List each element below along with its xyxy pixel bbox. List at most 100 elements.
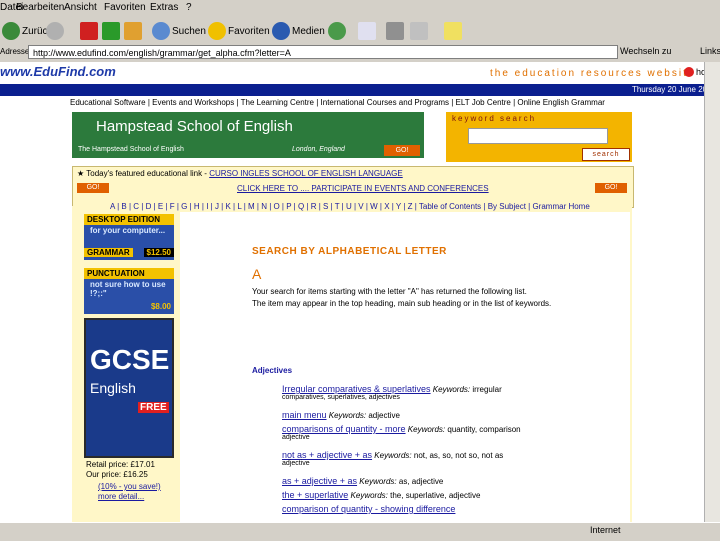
result-keywords-label: Keywords:: [374, 451, 412, 460]
result-keywords-label: Keywords:: [350, 491, 388, 500]
date-bar: Thursday 20 June 2002: [0, 84, 720, 96]
search-button[interactable]: Suchen: [152, 20, 206, 42]
site-tagline: the education resources website: [490, 68, 696, 79]
featured-link[interactable]: CURSO INGLES SCHOOL OF ENGLISH LANGUAGE: [209, 169, 403, 178]
search-icon: [152, 22, 170, 40]
keyword-search-button[interactable]: search: [582, 148, 630, 161]
result-keywords: the, superlative, adjective: [390, 491, 481, 500]
sidebar: DESKTOP EDITION for your computer... GRA…: [84, 214, 176, 514]
menu-bar: Datei Bearbeiten Ansicht Favoriten Extra…: [0, 0, 720, 16]
result-link[interactable]: Irregular comparatives & superlatives: [282, 384, 431, 394]
home-icon[interactable]: [684, 67, 694, 77]
favorites-button[interactable]: Favoriten: [208, 20, 270, 42]
save-link[interactable]: (10% - you save!): [98, 482, 161, 492]
result-keywords: as, adjective: [398, 477, 444, 486]
ad1-head: DESKTOP EDITION: [84, 214, 174, 225]
more-detail-link[interactable]: more detail...: [98, 492, 161, 502]
forward-arrow-icon: [46, 22, 64, 40]
globe-icon: [272, 22, 290, 40]
banner-go-button[interactable]: GO!: [384, 145, 420, 156]
star-icon: [208, 22, 226, 40]
ad2-price: $8.00: [150, 302, 171, 311]
result-item: Irregular comparatives & superlatives Ke…: [282, 384, 502, 401]
keyword-search-box: keyword search search: [446, 112, 632, 162]
result-keywords-label: Keywords:: [407, 425, 446, 434]
banner-title: Hampstead School of English: [96, 118, 293, 135]
result-item: as + adjective + as Keywords: as, adject…: [282, 476, 443, 486]
edit-button[interactable]: [410, 20, 430, 42]
menu-tools[interactable]: Extras: [150, 2, 178, 13]
web-page: www.EduFind.com the education resources …: [0, 62, 720, 522]
section-heading: Adjectives: [252, 366, 293, 375]
print-icon: [386, 22, 404, 40]
featured-go-right[interactable]: GO!: [595, 183, 627, 193]
ad1-name: GRAMMAR: [84, 248, 133, 257]
alphabet-nav[interactable]: A | B | C | D | E | F | G | H | I | J | …: [110, 202, 590, 211]
address-label: Adresse: [0, 47, 30, 56]
gcse-book-cover[interactable]: GCSE English FREE: [84, 318, 174, 458]
result-link[interactable]: main menu: [282, 410, 327, 420]
url-input[interactable]: http://www.edufind.com/english/grammar/g…: [28, 45, 618, 59]
result-item: main menu Keywords: adjective: [282, 410, 400, 420]
menu-help[interactable]: ?: [186, 2, 192, 13]
keyword-input[interactable]: [468, 128, 608, 144]
result-link[interactable]: comparison of quantity - showing differe…: [282, 504, 455, 514]
mail-icon: [358, 22, 376, 40]
result-item: the + superlative Keywords: the, superla…: [282, 490, 480, 500]
menu-edit[interactable]: Bearbeiten: [16, 2, 64, 13]
forward-button[interactable]: [46, 20, 66, 42]
featured-line: ★ Today's featured educational link - CU…: [77, 169, 403, 178]
media-button[interactable]: Medien: [272, 20, 325, 42]
retail-price: Retail price: £17.01: [86, 460, 155, 469]
menu-view[interactable]: Ansicht: [64, 2, 97, 13]
home-button[interactable]: [124, 20, 144, 42]
ad2-head: PUNCTUATION: [84, 268, 174, 279]
intro-para-1: Your search for items starting with the …: [252, 287, 527, 296]
book-links: (10% - you save!) more detail...: [98, 482, 161, 502]
site-nav[interactable]: Educational Software | Events and Worksh…: [70, 98, 720, 110]
stop-button[interactable]: [80, 20, 100, 42]
result-keywords-cont: comparatives, superlatives, adjectives: [282, 394, 400, 401]
site-header: www.EduFind.com the education resources …: [0, 62, 720, 84]
ad2-body: not sure how to use !?;:": [90, 280, 166, 298]
history-button[interactable]: [328, 20, 348, 42]
address-bar: Adresse http://www.edufind.com/english/g…: [0, 44, 720, 62]
result-keywords: not, as, so, not so, not as: [413, 451, 504, 460]
intro-text: Your search for items starting with the …: [252, 286, 552, 310]
page-title: SEARCH BY ALPHABETICAL LETTER: [252, 246, 447, 257]
result-link[interactable]: the + superlative: [282, 490, 348, 500]
result-link[interactable]: comparisons of quantity - more: [282, 424, 406, 434]
result-link[interactable]: as + adjective + as: [282, 476, 357, 486]
ad1-body: for your computer...: [90, 226, 166, 235]
result-keywords: adjective: [368, 411, 400, 420]
menu-favorites[interactable]: Favoriten: [104, 2, 146, 13]
book-prices: Retail price: £17.01 Our price: £16.25: [86, 460, 155, 480]
vertical-scrollbar[interactable]: [704, 62, 720, 522]
ad1-price: $12.50: [143, 248, 174, 257]
desktop-edition-ad[interactable]: DESKTOP EDITION for your computer... GRA…: [84, 214, 174, 260]
refresh-button[interactable]: [102, 20, 122, 42]
messenger-button[interactable]: [444, 20, 464, 42]
result-link[interactable]: not as + adjective + as: [282, 450, 372, 460]
result-keywords-label: Keywords:: [359, 477, 397, 486]
book-subtitle: English: [90, 380, 136, 396]
punctuation-ad[interactable]: PUNCTUATION not sure how to use !?;:" $8…: [84, 268, 174, 314]
featured-go-left[interactable]: GO!: [77, 183, 109, 193]
result-item: comparisons of quantity - more Keywords:…: [282, 424, 521, 441]
events-link[interactable]: CLICK HERE TO .... PARTICIPATE IN EVENTS…: [237, 184, 489, 193]
result-keywords-label: Keywords:: [328, 411, 367, 420]
result-keywords: quantity, comparison: [447, 425, 521, 434]
back-button[interactable]: Zurück: [2, 20, 53, 42]
result-keywords-label: Keywords:: [432, 385, 471, 394]
go-button[interactable]: Wechseln zu: [620, 46, 671, 56]
browser-toolbar: Zurück Suchen Favoriten Medien: [0, 16, 720, 47]
history-icon: [328, 22, 346, 40]
site-logo[interactable]: www.EduFind.com: [0, 64, 116, 79]
book-title: GCSE: [90, 344, 170, 375]
hampstead-banner[interactable]: Hampstead School of English The Hampstea…: [72, 112, 424, 158]
print-button[interactable]: [386, 20, 406, 42]
mail-button[interactable]: [358, 20, 378, 42]
security-zone: Internet: [590, 525, 621, 535]
links-label[interactable]: Links: [700, 46, 720, 56]
home-icon: [124, 22, 142, 40]
